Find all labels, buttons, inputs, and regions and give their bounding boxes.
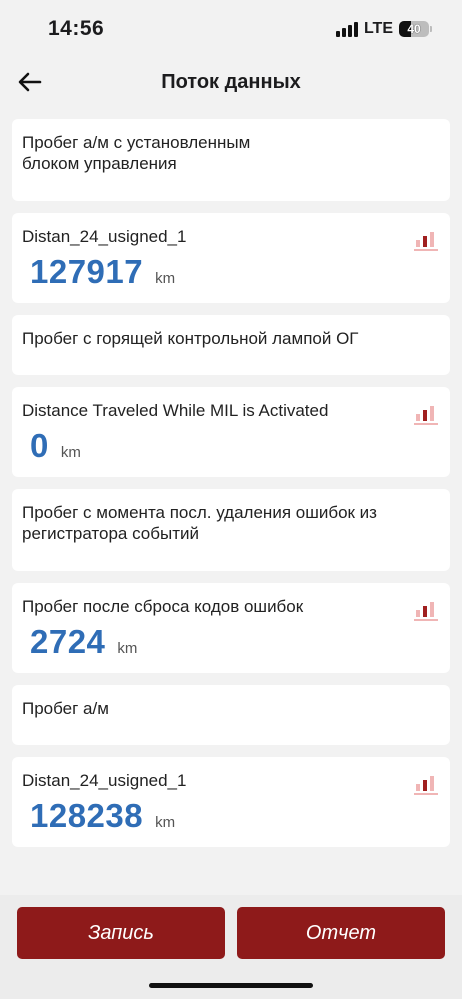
arrow-left-icon [18,72,42,92]
item-unit: km [155,814,176,831]
item-label: Пробег а/м [22,699,109,718]
list-item[interactable]: Distance Traveled While MIL is Activated… [12,387,450,477]
value-row: 127917 km [22,253,440,291]
status-bar: 14:56 LTE 40 [0,0,462,58]
item-label: Пробег с горящей контрольной лампой ОГ [22,329,359,348]
bar-chart-icon[interactable] [414,403,438,425]
value-row: 0 km [22,427,440,465]
bottom-bar: Запись Отчет [0,895,462,999]
list-item: Пробег а/м с установленным блоком управл… [12,119,450,201]
status-icons: LTE 40 [335,20,432,38]
item-value: 2724 [30,623,106,660]
item-unit: km [117,640,138,657]
item-unit: km [60,444,81,461]
bar-chart-icon[interactable] [414,773,438,795]
back-button[interactable] [16,68,44,96]
item-value: 0 [30,427,49,464]
list-item: Пробег а/м [12,685,450,745]
item-value: 128238 [30,797,144,834]
home-indicator [149,983,313,988]
header: Поток данных [0,58,462,106]
item-label: Distan_24_usigned_1 [22,771,187,790]
list-item: Пробег с горящей контрольной лампой ОГ [12,315,450,375]
value-row: 2724 km [22,623,440,661]
network-type: LTE [363,20,393,37]
status-time: 14:56 [48,17,105,40]
item-label: Distan_24_usigned_1 [22,227,187,246]
data-stream-list: Пробег а/м с установленным блоком управл… [12,119,450,859]
cellular-signal-icon [335,21,358,37]
list-item[interactable]: Distan_24_usigned_1 128238 km [12,757,450,847]
battery-icon: 40 [399,21,429,37]
record-button[interactable]: Запись [17,907,225,959]
item-value: 127917 [30,253,144,290]
value-row: 128238 km [22,797,440,835]
item-label: Distance Traveled While MIL is Activated [22,401,329,420]
page-title: Поток данных [161,70,301,93]
battery-cap [430,26,432,32]
item-label: Пробег а/м с установленным блоком управл… [22,133,251,173]
list-item: Пробег с момента посл. удаления ошибок и… [12,489,450,571]
report-button[interactable]: Отчет [237,907,445,959]
list-item[interactable]: Distan_24_usigned_1 127917 km [12,213,450,303]
bar-chart-icon[interactable] [414,599,438,621]
battery-level: 40 [407,22,421,36]
item-label: Пробег после сброса кодов ошибок [22,597,304,616]
item-label: Пробег с момента посл. удаления ошибок и… [22,503,377,543]
list-item[interactable]: Пробег после сброса кодов ошибок 2724 km [12,583,450,673]
bar-chart-icon[interactable] [414,229,438,251]
item-unit: km [155,270,176,287]
